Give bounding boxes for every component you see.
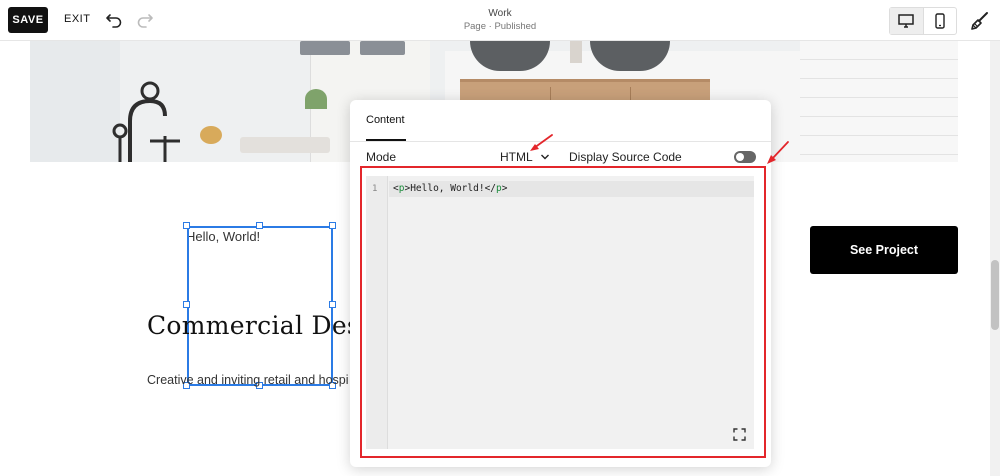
desktop-icon bbox=[898, 14, 914, 28]
annotation-arrow-icon bbox=[530, 134, 553, 151]
mode-label: Mode bbox=[366, 150, 397, 164]
expand-icon[interactable] bbox=[733, 428, 746, 441]
code-line[interactable]: <p>Hello, World!</p> bbox=[393, 183, 507, 194]
page-status: Page · Published bbox=[463, 21, 537, 32]
line-number: 1 bbox=[372, 184, 378, 194]
line-number-gutter: 1 bbox=[366, 176, 388, 449]
resize-handle[interactable] bbox=[329, 222, 336, 229]
device-toggle bbox=[889, 7, 957, 35]
save-button[interactable]: SAVE bbox=[8, 7, 48, 33]
tab-content[interactable]: Content bbox=[366, 114, 405, 126]
towels-decor bbox=[240, 137, 330, 153]
section-heading[interactable]: Commercial Desig bbox=[147, 311, 385, 340]
redo-icon[interactable] bbox=[136, 11, 154, 29]
faucet-decor bbox=[112, 81, 180, 162]
paneled-wall-decor bbox=[800, 41, 958, 162]
resize-handle[interactable] bbox=[329, 301, 336, 308]
resize-handle[interactable] bbox=[183, 301, 190, 308]
page-title: Work bbox=[488, 8, 512, 19]
annotation-arrow-icon bbox=[767, 141, 789, 164]
desktop-view-button[interactable] bbox=[890, 8, 923, 34]
tag-bracket: > bbox=[501, 183, 508, 194]
resize-handle[interactable] bbox=[256, 222, 263, 229]
resize-handle[interactable] bbox=[183, 222, 190, 229]
page-info: Work Page · Published bbox=[440, 8, 560, 32]
basket-decor bbox=[300, 41, 350, 55]
display-source-code-label: Display Source Code bbox=[569, 150, 682, 164]
editor-toolbar: SAVE EXIT Work Page · Published bbox=[0, 0, 1000, 41]
paintbrush-icon[interactable] bbox=[968, 10, 990, 32]
exit-button[interactable]: EXIT bbox=[64, 13, 90, 25]
see-project-button[interactable]: See Project bbox=[810, 226, 958, 274]
plant-decor bbox=[305, 89, 327, 109]
mobile-icon bbox=[935, 13, 945, 29]
code-text: Hello, World! bbox=[410, 183, 485, 194]
panel-divider bbox=[350, 141, 771, 142]
bottle-decor bbox=[570, 41, 582, 63]
scrollbar-track[interactable] bbox=[990, 41, 1000, 476]
tag-bracket: </ bbox=[484, 183, 497, 194]
code-editor[interactable]: 1 <p>Hello, World!</p> bbox=[366, 176, 754, 449]
mobile-view-button[interactable] bbox=[922, 8, 957, 34]
code-block-editor-panel: Content Mode HTML Display Source Code 1 … bbox=[350, 100, 771, 467]
basket-decor bbox=[360, 41, 405, 55]
undo-icon[interactable] bbox=[105, 11, 123, 29]
scrollbar-thumb[interactable] bbox=[991, 260, 999, 330]
display-source-code-toggle[interactable] bbox=[734, 151, 756, 163]
sponge-decor bbox=[200, 126, 222, 144]
window-decor bbox=[30, 41, 120, 162]
section-description[interactable]: Creative and inviting retail and hospi bbox=[147, 373, 349, 387]
toggle-knob bbox=[736, 153, 744, 161]
block-selection-outline bbox=[187, 226, 333, 386]
